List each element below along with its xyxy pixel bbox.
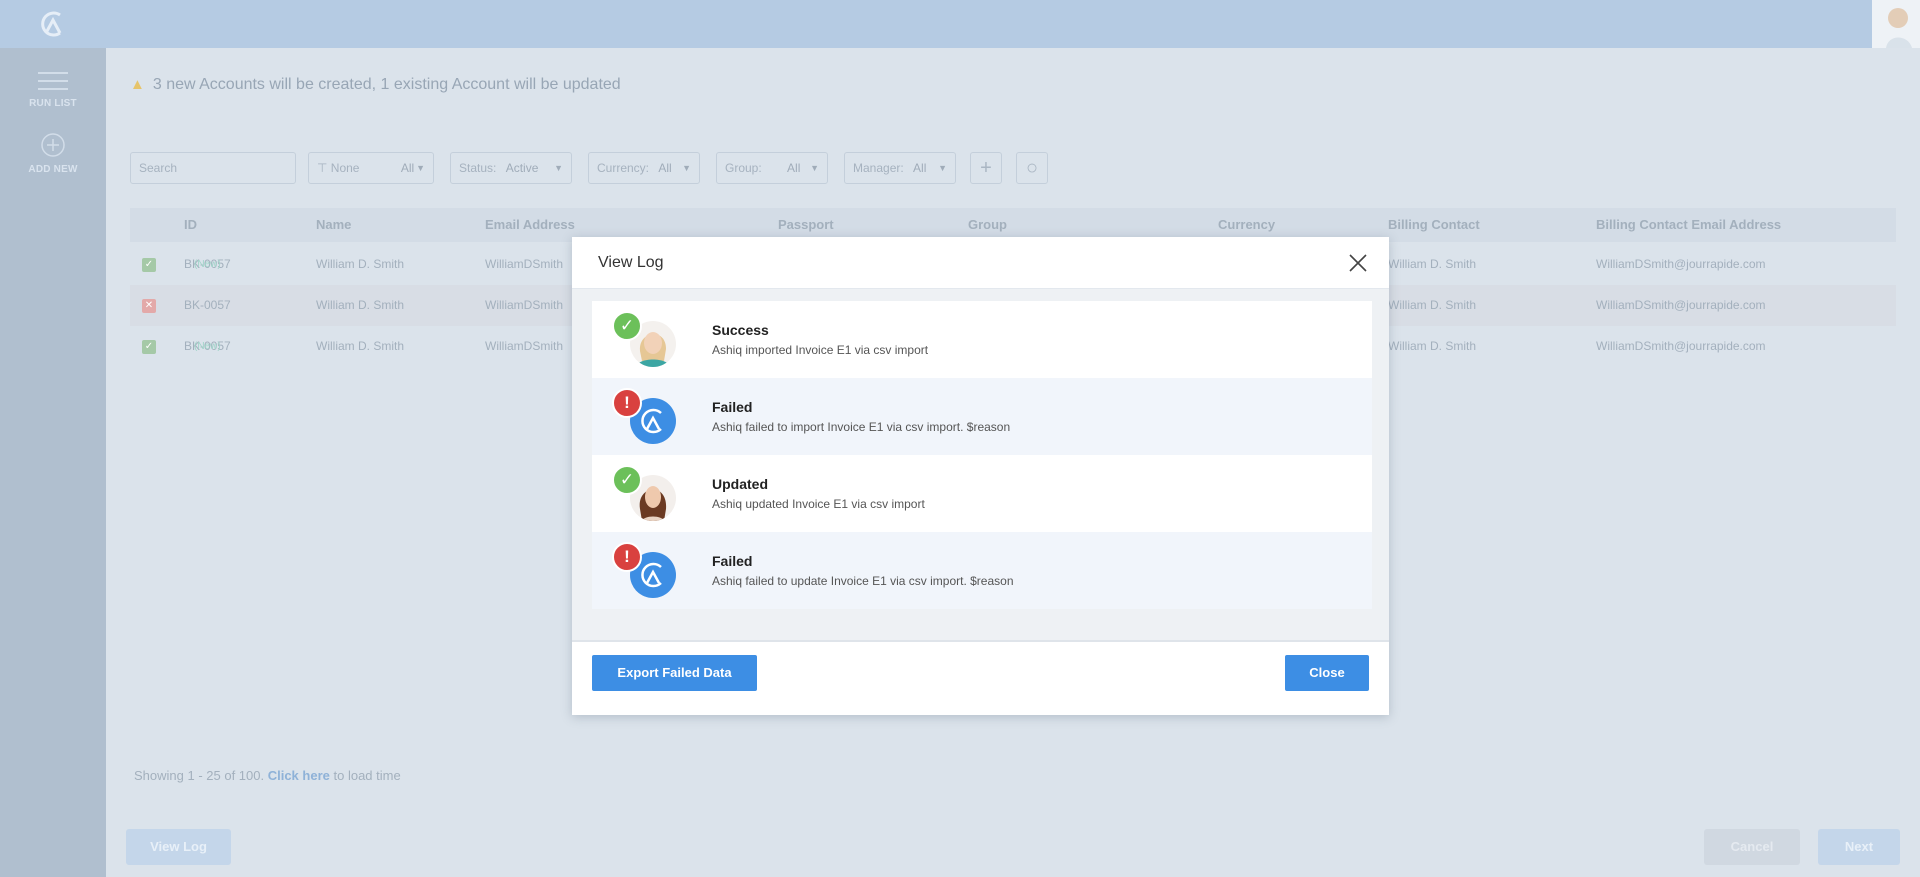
user-photo-icon	[1872, 0, 1920, 48]
cancel-button[interactable]: Cancel	[1704, 829, 1800, 865]
log-item-success: ✓ Updated Ashiq updated Invoice E1 via c…	[592, 455, 1372, 532]
modal-header: View Log	[572, 237, 1389, 289]
manager-filter-value: All	[913, 161, 927, 175]
column-header[interactable]: Billing Contact	[1388, 208, 1480, 242]
sidebar-item-label: RUN LIST	[29, 98, 77, 109]
list-icon	[38, 72, 68, 90]
warning-icon: ▲	[130, 76, 145, 93]
view-log-button[interactable]: View Log	[126, 829, 231, 865]
refresh-button[interactable]: ○	[1016, 152, 1048, 184]
showing-text: Showing 1 - 25 of 100.	[134, 768, 265, 783]
row-billing-email: WilliamDSmith@jourrapide.com	[1596, 257, 1766, 271]
log-item-title: Failed	[712, 399, 753, 415]
modal-title: View Log	[598, 254, 664, 271]
log-item-failed: ! Failed Ashiq failed to update Invoice …	[592, 532, 1372, 609]
plus-icon: +	[980, 157, 992, 179]
log-item-title: Success	[712, 322, 769, 338]
log-list: ✓ Success Ashiq imported Invoice E1 via …	[572, 289, 1389, 642]
sidebar: RUN LIST ADD NEW	[0, 48, 106, 877]
group-filter-value: All	[787, 161, 801, 175]
view-log-modal: View Log ✓ Success Ashiq imported Invoic…	[572, 237, 1389, 715]
log-item-success: ✓ Success Ashiq imported Invoice E1 via …	[592, 301, 1372, 378]
refresh-icon: ○	[1025, 157, 1039, 179]
row-billing-email: WilliamDSmith@jourrapide.com	[1596, 339, 1766, 353]
log-item-title: Failed	[712, 553, 753, 569]
import-notice: ▲ 3 new Accounts will be created, 1 exist…	[130, 76, 621, 94]
app-logo-icon[interactable]	[38, 9, 66, 39]
name-filter-label: None	[330, 161, 360, 175]
chevron-down-icon: ▼	[938, 163, 947, 173]
close-button[interactable]: Close	[1285, 655, 1369, 691]
success-check-icon: ✓	[142, 340, 156, 354]
log-item-title: Updated	[712, 476, 768, 492]
pagination-summary: Showing 1 - 25 of 100. Click here to loa…	[134, 768, 401, 783]
error-x-icon: ✕	[142, 299, 156, 313]
user-avatar[interactable]	[1872, 0, 1920, 48]
currency-filter-label: Currency:	[597, 161, 650, 175]
manager-filter[interactable]: Manager: All ▼	[844, 152, 956, 184]
log-item-description: Ashiq updated Invoice E1 via csv import	[712, 497, 925, 511]
status-filter-value: Active	[505, 161, 539, 175]
success-check-icon: ✓	[142, 258, 156, 272]
sidebar-item-run-list[interactable]: RUN LIST	[0, 70, 106, 109]
currency-filter[interactable]: Currency: All ▼	[588, 152, 700, 184]
row-name: William D. Smith	[316, 298, 405, 312]
row-email: WilliamDSmith	[485, 298, 563, 312]
row-name: William D. Smith	[316, 339, 405, 353]
error-icon: !	[612, 388, 642, 418]
close-icon[interactable]	[1347, 252, 1369, 274]
column-header[interactable]: Email Address	[485, 208, 575, 242]
row-email: WilliamDSmith	[485, 339, 563, 353]
name-filter-value: All	[400, 161, 415, 175]
sidebar-item-label: ADD NEW	[28, 164, 78, 175]
log-item-failed: ! Failed Ashiq failed to import Invoice …	[592, 378, 1372, 455]
chevron-down-icon: ▼	[810, 163, 819, 173]
chevron-down-icon: ▼	[416, 163, 425, 173]
chevron-down-icon: ▼	[554, 163, 563, 173]
export-failed-data-button[interactable]: Export Failed Data	[592, 655, 757, 691]
next-button[interactable]: Next	[1818, 829, 1900, 865]
check-icon: ✓	[612, 311, 642, 341]
name-filter[interactable]: ⊤ None All ▼	[308, 152, 434, 184]
row-billing-contact: William D. Smith	[1388, 298, 1477, 312]
manager-filter-label: Manager:	[853, 161, 904, 175]
column-header[interactable]: Name	[316, 208, 351, 242]
row-email: WilliamDSmith	[485, 257, 563, 271]
status-filter-label: Status:	[459, 161, 497, 175]
log-item-description: Ashiq failed to import Invoice E1 via cs…	[712, 420, 1011, 434]
row-id: BK-0057	[184, 298, 231, 312]
top-bar	[0, 0, 1920, 48]
currency-filter-value: All	[658, 161, 672, 175]
search-placeholder: Search	[139, 161, 178, 175]
status-filter[interactable]: Status: Active ▼	[450, 152, 572, 184]
column-header[interactable]: Billing Contact Email Address	[1596, 208, 1781, 242]
log-item-description: Ashiq failed to update Invoice E1 via cs…	[712, 574, 1014, 588]
filter-icon: ⊤	[317, 161, 328, 175]
column-header[interactable]: ID	[184, 208, 197, 242]
load-time-text: to load time	[333, 768, 401, 783]
load-more-link[interactable]: Click here	[268, 768, 330, 783]
add-filter-button[interactable]: +	[970, 152, 1002, 184]
notice-text: 3 new Accounts will be created, 1 existi…	[152, 76, 621, 93]
group-filter-label: Group:	[725, 161, 762, 175]
log-item-description: Ashiq imported Invoice E1 via csv import	[712, 343, 929, 357]
search-input[interactable]: Search	[130, 152, 296, 184]
row-billing-email: WilliamDSmith@jourrapide.com	[1596, 298, 1766, 312]
new-badge: (New)	[194, 341, 221, 352]
new-badge: (New)	[194, 259, 221, 270]
modal-footer: Export Failed Data Close	[572, 642, 1389, 715]
chevron-down-icon: ▼	[682, 163, 691, 173]
row-billing-contact: William D. Smith	[1388, 257, 1477, 271]
row-name: William D. Smith	[316, 257, 405, 271]
error-icon: !	[612, 542, 642, 572]
check-icon: ✓	[612, 465, 642, 495]
sidebar-item-add-new[interactable]: ADD NEW	[0, 132, 106, 175]
row-billing-contact: William D. Smith	[1388, 339, 1477, 353]
plus-circle-icon	[41, 133, 65, 157]
group-filter[interactable]: Group: All ▼	[716, 152, 828, 184]
